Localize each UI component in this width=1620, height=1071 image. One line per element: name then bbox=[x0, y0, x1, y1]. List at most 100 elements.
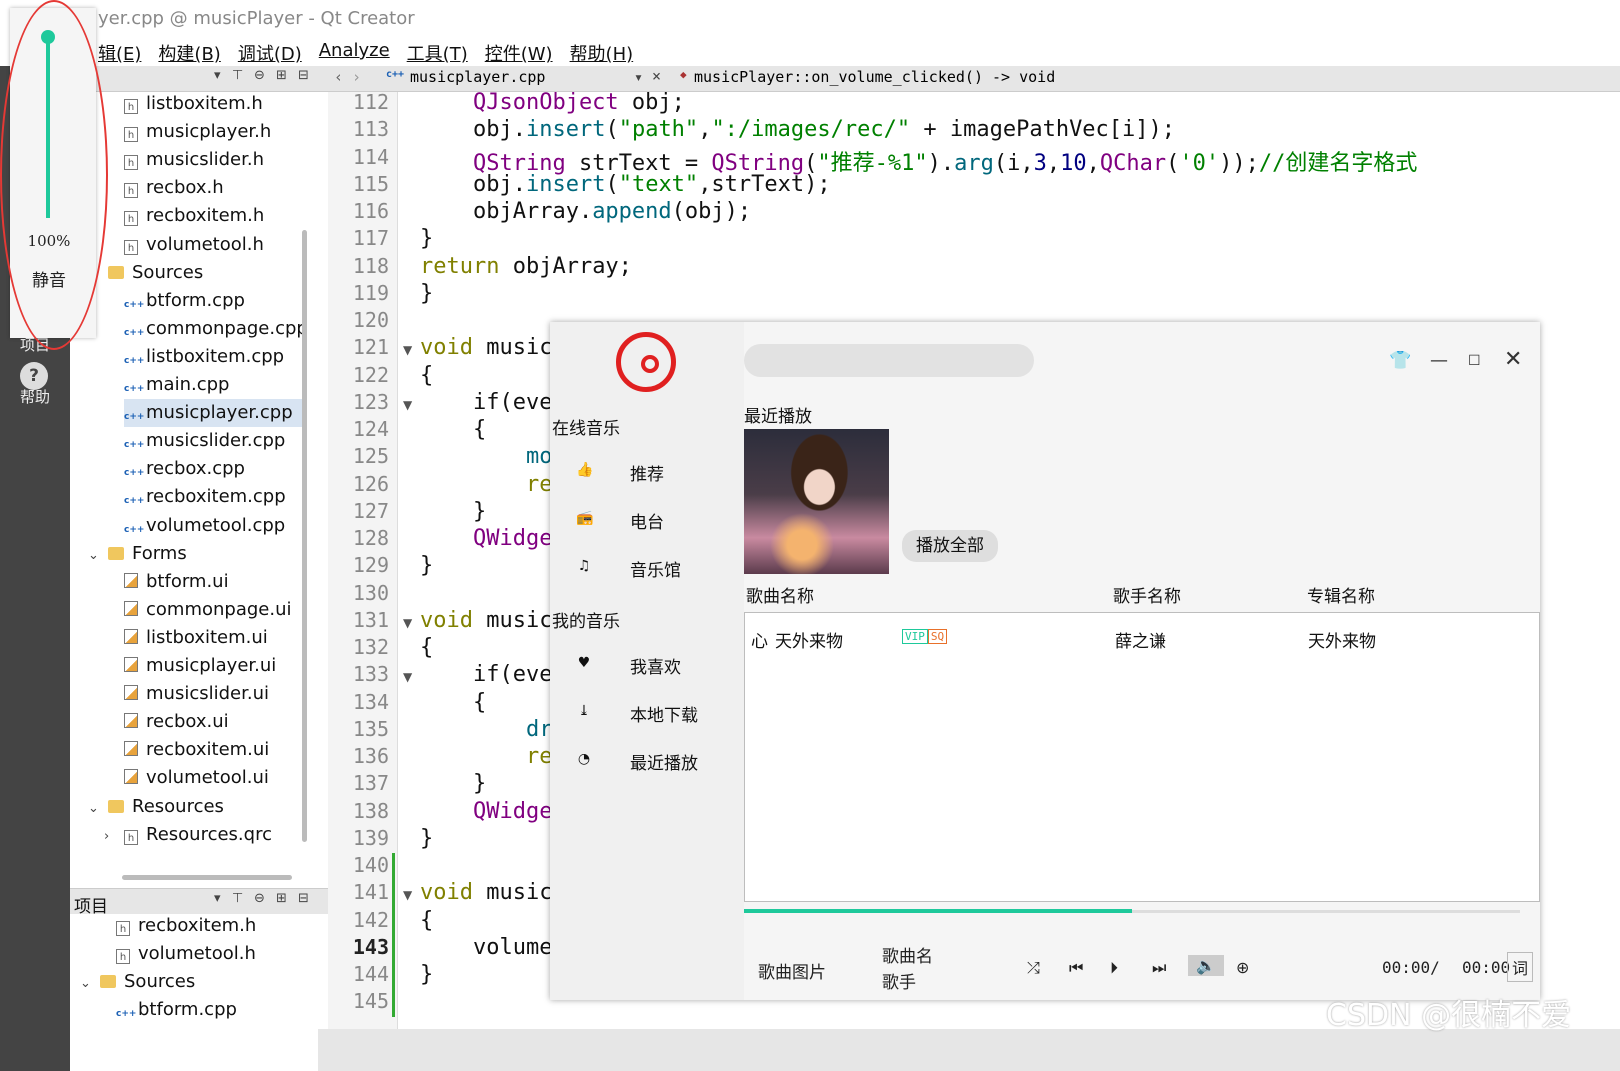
tree-item[interactable]: h recboxitem.h bbox=[124, 202, 264, 230]
progress-fill[interactable] bbox=[744, 909, 1132, 913]
tree-item-label: musicslider.ui bbox=[146, 683, 269, 705]
link-icon[interactable]: ⊖ bbox=[254, 891, 265, 906]
menu-item[interactable]: 工具(T) bbox=[407, 40, 468, 66]
search-input[interactable] bbox=[744, 344, 1034, 377]
previous-icon[interactable]: ⏮ bbox=[1069, 958, 1083, 978]
tree-item[interactable]: c++commonpage.cpp bbox=[124, 315, 308, 343]
tree-item[interactable]: c++main.cpp bbox=[124, 371, 229, 399]
tree-item[interactable]: h volumetool.h bbox=[116, 940, 256, 968]
split-icon[interactable]: ⊞ bbox=[276, 891, 287, 906]
back-icon[interactable]: ‹ bbox=[334, 68, 343, 86]
fold-arrow-icon[interactable]: ▼ bbox=[403, 888, 412, 902]
code-token: void bbox=[420, 880, 487, 906]
menu-item[interactable]: 控件(W) bbox=[485, 40, 553, 66]
menu-item[interactable]: Analyze bbox=[319, 40, 390, 66]
tree-item[interactable]: h recbox.h bbox=[124, 174, 224, 202]
tree-item[interactable]: btform.ui bbox=[124, 568, 229, 596]
close-icon[interactable]: ✕ bbox=[1504, 347, 1522, 372]
music-note-icon: ♫ bbox=[577, 558, 591, 574]
dropdown-icon[interactable]: ▾ bbox=[214, 68, 221, 83]
close-file-icon[interactable]: × bbox=[652, 67, 661, 85]
function-selector[interactable]: musicPlayer::on_volume_clicked() -> void bbox=[694, 68, 1055, 86]
like-icon[interactable]: 心 bbox=[751, 627, 768, 652]
menu-item[interactable]: 构建(B) bbox=[158, 40, 220, 66]
tree-item[interactable]: ⌄ Forms bbox=[88, 540, 187, 568]
expand-arrow-icon[interactable]: ⌄ bbox=[80, 970, 94, 998]
tree-item[interactable]: recboxitem.ui bbox=[124, 736, 269, 764]
close-pane-icon[interactable]: ⊟ bbox=[298, 891, 309, 906]
tree-item[interactable]: ⌄ Sources bbox=[80, 968, 195, 996]
tree-item[interactable]: listboxitem.ui bbox=[124, 624, 268, 652]
fold-arrow-icon[interactable]: ▼ bbox=[403, 343, 412, 357]
tree-item[interactable]: musicslider.ui bbox=[124, 680, 269, 708]
play-icon[interactable]: ⏵ bbox=[1110, 958, 1118, 978]
maximize-icon[interactable]: ☐ bbox=[1468, 353, 1481, 369]
sidebar-item[interactable]: ♥ 我喜欢 bbox=[576, 651, 744, 681]
mode-help-label[interactable]: 帮助 bbox=[0, 386, 70, 407]
next-icon[interactable]: ⏭ bbox=[1152, 958, 1166, 978]
menu-item[interactable]: 辑(E) bbox=[98, 40, 141, 66]
tree-item[interactable]: c++musicplayer.cpp bbox=[124, 399, 303, 428]
fold-arrow-icon[interactable]: ▼ bbox=[403, 398, 412, 412]
tree-item-label: Resources bbox=[132, 795, 224, 817]
tree-item-label: volumetool.cpp bbox=[146, 514, 286, 536]
link-icon[interactable]: ⊖ bbox=[254, 68, 265, 83]
tree-item[interactable]: c++musicslider.cpp bbox=[124, 427, 285, 455]
expand-arrow-icon[interactable]: ⌄ bbox=[88, 542, 102, 570]
tree-item[interactable]: c++listboxitem.cpp bbox=[124, 343, 284, 371]
tree-item[interactable]: c++recboxitem.cpp bbox=[124, 483, 286, 511]
project-tree-scrollbar[interactable] bbox=[302, 230, 307, 842]
filter-icon[interactable]: ⊤ bbox=[232, 68, 243, 83]
tree-item[interactable]: c++btform.cpp bbox=[116, 996, 237, 1024]
sidebar-item[interactable]: ♫ 音乐馆 bbox=[576, 554, 744, 584]
tree-item[interactable]: commonpage.ui bbox=[124, 596, 292, 624]
close-pane-icon[interactable]: ⊟ bbox=[298, 68, 309, 83]
fold-arrow-icon[interactable]: ▼ bbox=[403, 616, 412, 630]
line-number: 133 bbox=[352, 662, 389, 687]
dropdown-icon[interactable]: ▾ bbox=[214, 891, 221, 906]
sidebar-item[interactable]: 👍 推荐 bbox=[576, 458, 744, 488]
tree-item[interactable]: › h Resources.qrc bbox=[104, 821, 272, 849]
lyrics-button[interactable]: 词 bbox=[1507, 952, 1534, 982]
shuffle-icon[interactable]: ⤮ bbox=[1027, 958, 1040, 978]
expand-arrow-icon[interactable]: › bbox=[104, 823, 118, 851]
tree-item[interactable]: Sources bbox=[108, 259, 203, 287]
filter-icon[interactable]: ⊤ bbox=[232, 891, 243, 906]
sidebar-item[interactable]: ◔ 最近播放 bbox=[576, 747, 744, 777]
tree-item[interactable]: h recboxitem.h bbox=[116, 912, 256, 940]
ui-file-icon bbox=[124, 628, 138, 644]
tree-item[interactable]: musicplayer.ui bbox=[124, 652, 276, 680]
volume-icon[interactable]: 🔈 bbox=[1188, 955, 1224, 976]
code-token: } bbox=[420, 498, 487, 524]
play-all-button[interactable]: 播放全部 bbox=[902, 530, 998, 562]
cpp-file-icon: c++ bbox=[124, 440, 145, 451]
sidebar-item[interactable]: ⤓ 本地下载 bbox=[576, 699, 744, 729]
forward-icon[interactable]: › bbox=[352, 68, 361, 86]
split-icon[interactable]: ⊞ bbox=[276, 68, 287, 83]
tree-item[interactable]: volumetool.ui bbox=[124, 764, 269, 792]
minimize-icon[interactable]: — bbox=[1430, 350, 1448, 371]
tree-item[interactable]: h volumetool.h bbox=[124, 231, 264, 259]
cpp-file-icon: c++ bbox=[386, 69, 405, 80]
file-dropdown-icon[interactable]: ▾ bbox=[634, 68, 643, 86]
skin-icon[interactable]: 👕 bbox=[1389, 350, 1411, 371]
add-icon[interactable]: ⊕ bbox=[1236, 958, 1249, 977]
open-file-name[interactable]: musicplayer.cpp bbox=[410, 68, 545, 86]
tree-item[interactable]: recbox.ui bbox=[124, 708, 229, 736]
project-tree-hscrollbar[interactable] bbox=[122, 875, 292, 880]
tree-item[interactable]: h musicplayer.h bbox=[124, 118, 271, 146]
expand-arrow-icon[interactable]: ⌄ bbox=[88, 795, 102, 823]
tree-item[interactable]: c++volumetool.cpp bbox=[124, 512, 285, 540]
tree-item[interactable]: h musicslider.h bbox=[124, 146, 264, 174]
tree-item[interactable]: ⌄ Resources bbox=[88, 793, 224, 821]
fold-arrow-icon[interactable]: ▼ bbox=[403, 670, 412, 684]
tree-item[interactable]: h listboxitem.h bbox=[124, 90, 263, 118]
table-row[interactable]: 心天外来物 VIP SQ 薛之谦 天外来物 bbox=[745, 613, 1539, 653]
tree-item[interactable]: c++btform.cpp bbox=[124, 287, 245, 315]
cpp-file-icon: c++ bbox=[124, 468, 145, 479]
sidebar-item[interactable]: 📻 电台 bbox=[576, 506, 744, 536]
menu-item[interactable]: 帮助(H) bbox=[570, 40, 634, 66]
tree-item[interactable]: c++recbox.cpp bbox=[124, 455, 245, 483]
code-token: obj. bbox=[420, 117, 526, 143]
menu-item[interactable]: 调试(D) bbox=[238, 40, 302, 66]
